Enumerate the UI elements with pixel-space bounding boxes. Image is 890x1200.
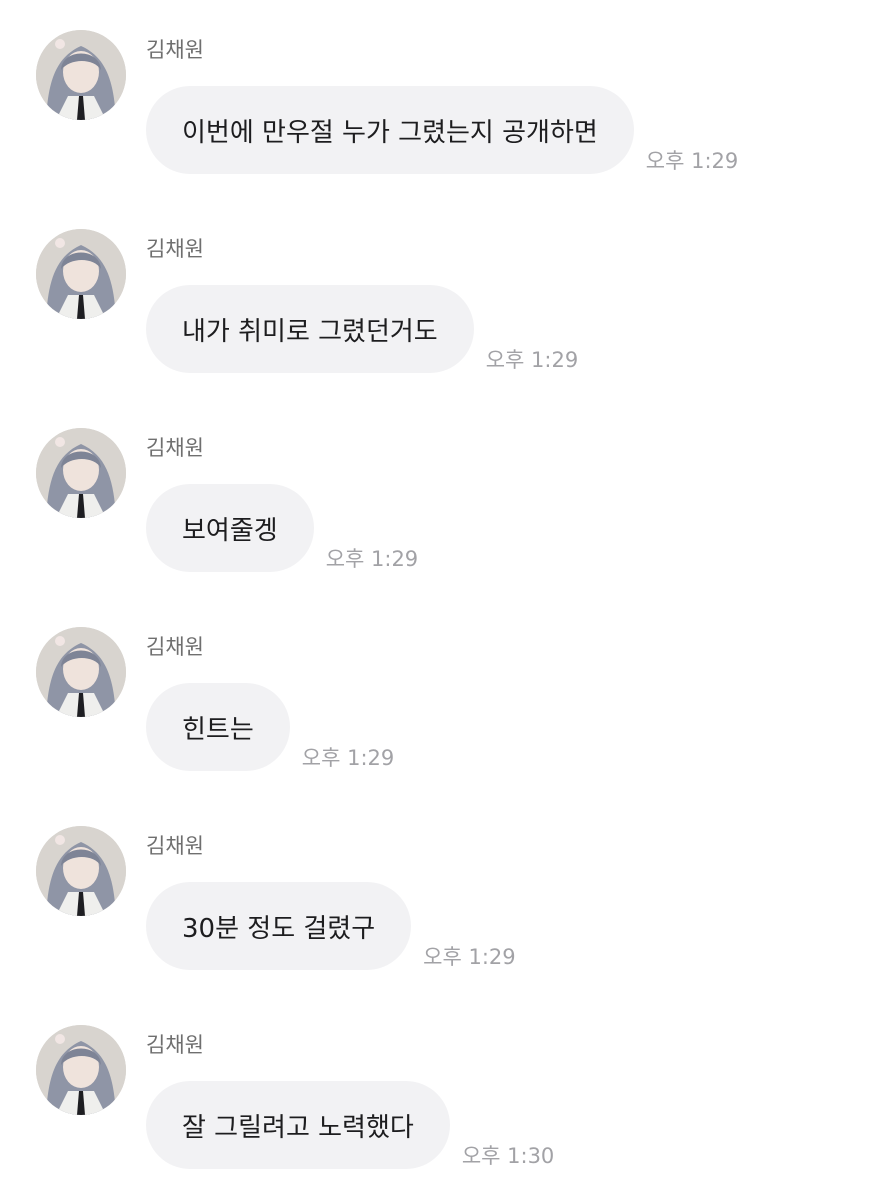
sender-name: 김채원 (146, 38, 204, 62)
message-bubble[interactable]: 30분 정도 걸렸구 (146, 882, 412, 970)
profile-photo-icon[interactable] (36, 826, 126, 916)
message-item: 김채원 잘 그릴려고 노력했다 오후 1:30 (0, 995, 890, 1175)
sender-name: 김채원 (146, 237, 204, 261)
message-bubble[interactable]: 잘 그릴려고 노력했다 (146, 1081, 450, 1169)
message-timestamp: 오후 1:29 (423, 945, 516, 969)
message-item: 김채원 내가 취미로 그렸던거도 오후 1:29 (0, 199, 890, 379)
message-item: 김채원 30분 정도 걸렸구 오후 1:29 (0, 796, 890, 976)
profile-photo-icon[interactable] (36, 428, 126, 518)
profile-photo-icon[interactable] (36, 229, 126, 319)
message-timestamp: 오후 1:29 (301, 746, 395, 770)
message-timestamp: 오후 1:29 (485, 348, 579, 372)
profile-photo-icon[interactable] (36, 30, 126, 120)
message-timestamp: 오후 1:30 (461, 1144, 555, 1168)
sender-name: 김채원 (146, 635, 204, 659)
message-item: 김채원 보여줄겡 오후 1:29 (0, 398, 890, 578)
message-bubble[interactable]: 이번에 만우절 누가 그렸는지 공개하면 (146, 86, 634, 174)
message-timestamp: 오후 1:29 (325, 547, 419, 571)
message-item: 김채원 힌트는 오후 1:29 (0, 597, 890, 777)
message-bubble[interactable]: 힌트는 (146, 683, 290, 771)
sender-name: 김채원 (146, 436, 204, 460)
sender-name: 김채원 (146, 834, 204, 858)
profile-photo-icon[interactable] (36, 627, 126, 717)
message-timestamp: 오후 1:29 (645, 149, 739, 173)
profile-photo-icon[interactable] (36, 1025, 126, 1115)
message-bubble[interactable]: 보여줄겡 (146, 484, 314, 572)
message-item: 김채원 이번에 만우절 누가 그렸는지 공개하면 오후 1:29 (0, 0, 890, 180)
sender-name: 김채원 (146, 1033, 204, 1057)
chat-message-list[interactable]: 김채원 이번에 만우절 누가 그렸는지 공개하면 오후 1:29 김채원 내가 … (0, 0, 890, 1200)
message-bubble[interactable]: 내가 취미로 그렸던거도 (146, 285, 474, 373)
